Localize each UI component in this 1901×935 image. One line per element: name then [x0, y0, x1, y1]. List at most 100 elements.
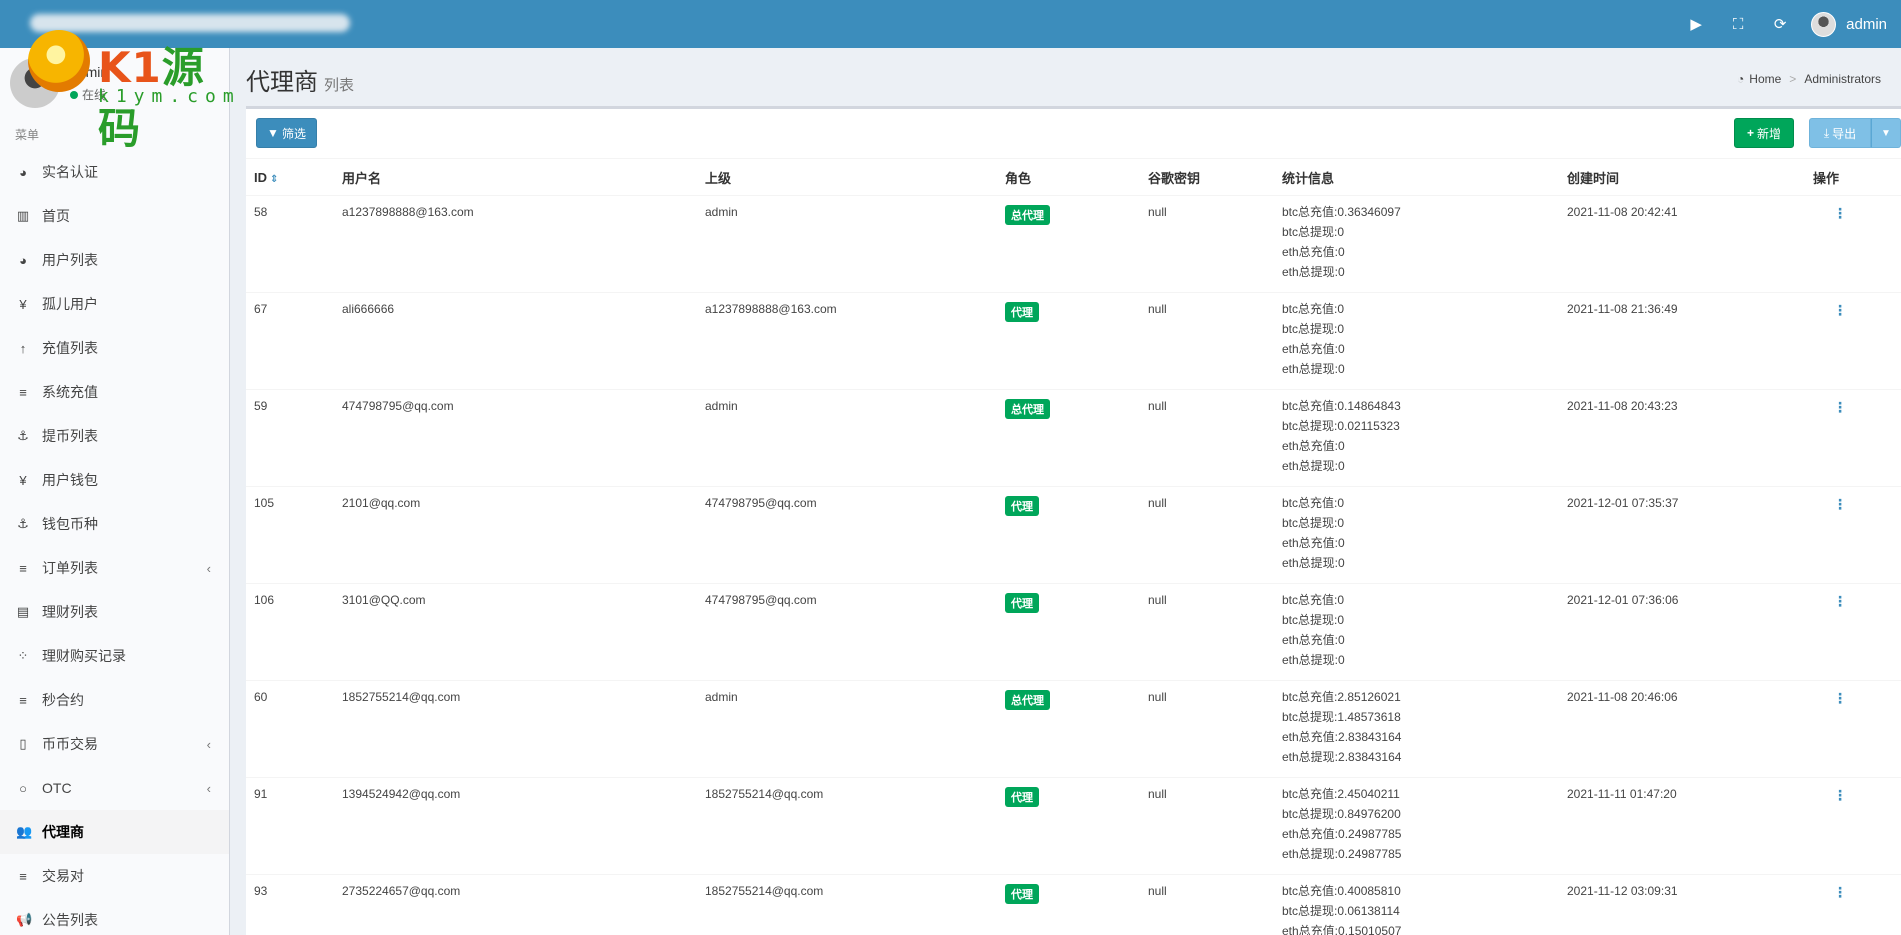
menu-item-icon: ↑ [19, 340, 27, 356]
watermark-logo: K1源码 k1ym.com [28, 30, 241, 153]
play-icon[interactable]: ▶ [1675, 0, 1717, 48]
more-vertical-icon[interactable]: ⋮ [1813, 302, 1847, 318]
more-vertical-icon[interactable]: ⋮ [1813, 496, 1847, 512]
sort-icon[interactable]: ⇕ [270, 174, 278, 185]
cell-created: 2021-11-08 21:36:49 [1559, 292, 1805, 390]
breadcrumb-current: Administrators [1804, 72, 1881, 86]
plus-icon: + [1746, 126, 1754, 140]
stat-line: eth总提现:0 [1282, 653, 1345, 667]
cell-id: 59 [246, 389, 334, 487]
filter-button[interactable]: ▼ 筛选 [256, 118, 317, 148]
menu-item-icon: ¥ [19, 296, 27, 312]
cell-actions: ⋮ [1805, 195, 1901, 293]
refresh-icon[interactable]: ⟳ [1759, 0, 1801, 48]
table-header-row: ID ⇕ 用户名 上级 角色 谷歌密钥 统计信息 创建时间 操作 [246, 158, 1901, 196]
cell-role: 代理 [997, 486, 1140, 584]
column-header-username: 用户名 [334, 158, 697, 196]
stat-line: btc总充值:2.45040211 [1282, 787, 1400, 801]
breadcrumb-home[interactable]: Home [1749, 72, 1781, 86]
sidebar-menu: ◕ 实名认证 ▥ 首页 ◕ 用户列表 ¥ 孤儿用户 ↑ 充值列表 ≡ 系统充值 ⚓ 提币列表 ¥ 用户钱包 ⚓ 钱… [0, 150, 229, 935]
more-vertical-icon[interactable]: ⋮ [1813, 399, 1847, 415]
sidebar-item[interactable]: ≡ 订单列表 ‹ [0, 546, 229, 590]
sidebar-item[interactable]: ▯ 币币交易 ‹ [0, 722, 229, 766]
column-header-id[interactable]: ID ⇕ [246, 158, 334, 196]
menu-item-icon: ⚓ [17, 516, 29, 531]
more-vertical-icon[interactable]: ⋮ [1813, 205, 1847, 221]
breadcrumb-separator: > [1789, 72, 1797, 86]
sidebar-item[interactable]: ⚓ 钱包币种 [0, 502, 229, 546]
sidebar-item[interactable]: 📢 公告列表 [0, 898, 229, 935]
sidebar-item[interactable]: ≡ 交易对 [0, 854, 229, 898]
sidebar-item-label: 代理商 [42, 824, 84, 840]
menu-item-icon: ⁘ [17, 648, 29, 663]
sidebar-item-label: 系统充值 [42, 384, 98, 400]
sidebar-item[interactable]: ↑ 充值列表 [0, 326, 229, 370]
cell-parent: 474798795@qq.com [697, 583, 997, 681]
sidebar-item[interactable]: ⁘ 理财购买记录 [0, 634, 229, 678]
sidebar-item[interactable]: ▤ 理财列表 [0, 590, 229, 634]
sidebar-item[interactable]: ▥ 首页 [0, 194, 229, 238]
user-menu[interactable]: admin [1801, 11, 1901, 37]
table-row: 93 2735224657@qq.com 1852755214@qq.com 代理 nu… [246, 874, 1901, 935]
column-header-parent: 上级 [697, 158, 997, 196]
menu-item-icon: 👥 [16, 824, 33, 839]
stat-line: eth总充值:2.83843164 [1282, 730, 1402, 744]
cell-role: 代理 [997, 777, 1140, 875]
stat-line: btc总充值:0.36346097 [1282, 205, 1401, 219]
cell-id: 67 [246, 292, 334, 390]
table-row: 59 474798795@qq.com admin 总代理 null btc总充值:0.1… [246, 389, 1901, 487]
menu-item-icon: 📢 [16, 912, 33, 927]
menu-item-icon: ▥ [16, 208, 30, 223]
more-vertical-icon[interactable]: ⋮ [1813, 884, 1847, 900]
role-badge: 代理 [1005, 884, 1039, 904]
sidebar-item[interactable]: ¥ 用户钱包 [0, 458, 229, 502]
fullscreen-icon[interactable]: ⛶ [1717, 0, 1759, 48]
cell-parent: admin [697, 195, 997, 293]
sidebar: admin 在线 菜单 ◕ 实名认证 ▥ 首页 ◕ 用户列表 ¥ 孤儿用户 ↑ 充值列表 ≡ 系统充值… [0, 48, 230, 935]
export-button[interactable]: ⤓ 导出 [1809, 118, 1871, 148]
cell-id: 58 [246, 195, 334, 293]
cell-id: 93 [246, 874, 334, 935]
avatar [1811, 11, 1837, 37]
cell-google-key: null [1140, 680, 1274, 778]
cell-stats: btc总充值:0.36346097 btc总提现:0 eth总充值:0 eth总提现:… [1274, 195, 1559, 293]
sidebar-item[interactable]: 👥 代理商 [0, 810, 229, 854]
cell-username: 1852755214@qq.com [334, 680, 697, 778]
sidebar-item-label: 首页 [42, 208, 70, 224]
sidebar-item[interactable]: ≡ 系统充值 [0, 370, 229, 414]
sidebar-item[interactable]: ○ OTC ‹ [0, 766, 229, 810]
cell-created: 2021-11-12 03:09:31 [1559, 874, 1805, 935]
cell-google-key: null [1140, 195, 1274, 293]
cell-role: 代理 [997, 583, 1140, 681]
stat-line: eth总提现:0 [1282, 459, 1345, 473]
sidebar-item[interactable]: ≡ 秒合约 [0, 678, 229, 722]
menu-item-icon: ≡ [19, 692, 27, 708]
stat-line: eth总提现:0.24987785 [1282, 847, 1402, 861]
sidebar-item[interactable]: ◕ 用户列表 [0, 238, 229, 282]
more-vertical-icon[interactable]: ⋮ [1813, 787, 1847, 803]
cell-stats: btc总充值:2.45040211 btc总提现:0.84976200 eth总充值… [1274, 777, 1559, 875]
cell-actions: ⋮ [1805, 292, 1901, 390]
sidebar-item-label: 用户钱包 [42, 472, 98, 488]
cell-parent: 1852755214@qq.com [697, 777, 997, 875]
stat-line: btc总提现:0 [1282, 516, 1345, 530]
user-menu-name: admin [1846, 15, 1887, 33]
cell-username: a1237898888@163.com [334, 195, 697, 293]
more-vertical-icon[interactable]: ⋮ [1813, 690, 1847, 706]
sidebar-item[interactable]: ⚓ 提币列表 [0, 414, 229, 458]
table-row: 60 1852755214@qq.com admin 总代理 null btc总充值:2.… [246, 680, 1901, 778]
sidebar-item-label: 公告列表 [42, 912, 98, 928]
add-button[interactable]: + 新增 [1734, 118, 1794, 148]
sidebar-item[interactable]: ¥ 孤儿用户 [0, 282, 229, 326]
logo-domain: k1ym.com [98, 86, 241, 107]
stat-line: eth总充值:0.15010507 [1282, 924, 1402, 935]
cell-username: 1394524942@qq.com [334, 777, 697, 875]
top-header: ▶ ⛶ ⟳ admin [0, 0, 1901, 48]
column-header-stats: 统计信息 [1274, 158, 1559, 196]
cell-parent: admin [697, 389, 997, 487]
export-dropdown-toggle[interactable]: ▼ [1871, 118, 1901, 148]
table-row: 58 a1237898888@163.com admin 总代理 null btc总充值:… [246, 195, 1901, 293]
stat-line: btc总提现:0.84976200 [1282, 807, 1401, 821]
sidebar-item[interactable]: ◕ 实名认证 [0, 150, 229, 194]
more-vertical-icon[interactable]: ⋮ [1813, 593, 1847, 609]
